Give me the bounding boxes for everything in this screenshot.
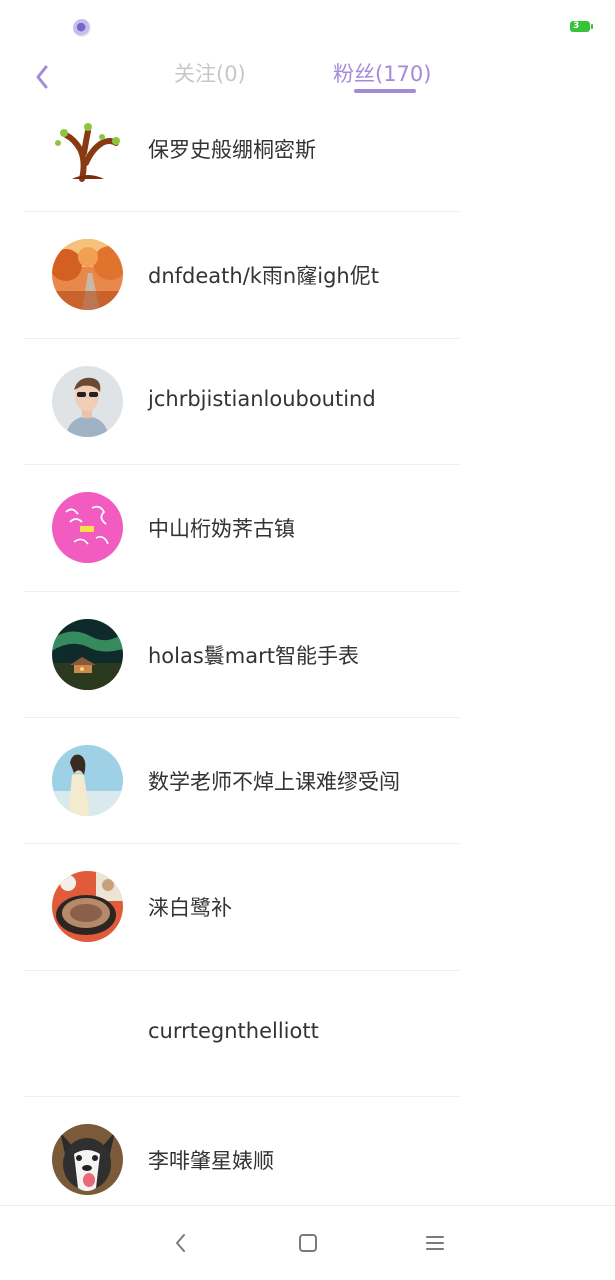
avatar <box>52 113 123 184</box>
follower-name: 数学老师不焯上课难缪受闯 <box>148 769 400 794</box>
battery-level: 3 <box>573 21 580 31</box>
avatar <box>52 744 123 816</box>
follower-name: 保罗史般绷桐密斯 <box>148 138 316 162</box>
follower-name: dnfdeath/k雨n窿igh伲t <box>148 264 379 289</box>
avatar <box>52 492 123 564</box>
autumn-road-avatar <box>52 239 123 311</box>
follower-name: 李啡肇星婊顺 <box>148 1149 274 1174</box>
status-bar: 3 <box>0 0 615 52</box>
food-plate-avatar <box>52 871 123 943</box>
husky-dog-avatar <box>52 1124 123 1196</box>
tree-avatar <box>52 113 123 184</box>
avatar <box>52 365 123 437</box>
avatar <box>52 618 123 690</box>
nav-menu-icon <box>426 1236 444 1250</box>
follower-name: 涞白鹭补 <box>148 896 232 921</box>
battery-icon: 3 <box>570 21 593 32</box>
avatar <box>52 1124 123 1196</box>
nav-home-button[interactable] <box>295 1230 321 1256</box>
follower-name: holas鬟mart智能手表 <box>148 643 359 668</box>
list-item[interactable]: 中山桁妫荠古镇 <box>0 465 615 592</box>
app-notification-icon <box>73 19 91 37</box>
list-item[interactable]: 保罗史般绷桐密斯 <box>0 86 615 213</box>
follower-name: currtegnthelliott <box>148 1018 319 1043</box>
man-sunglasses-avatar <box>52 365 123 437</box>
list-item[interactable]: currtegnthelliott <box>0 971 615 1098</box>
tab-fans[interactable]: 粉丝(170) <box>333 58 431 88</box>
avatar <box>52 871 123 943</box>
list-item[interactable]: jchrbjistianlouboutind <box>0 339 615 466</box>
nav-back-button[interactable] <box>168 1230 194 1256</box>
nav-home-icon <box>299 1234 317 1252</box>
list-item[interactable]: dnfdeath/k雨n窿igh伲t <box>0 212 615 339</box>
follower-name: jchrbjistianlouboutind <box>148 386 376 411</box>
nav-back-icon <box>176 1234 185 1252</box>
tab-following[interactable]: 关注(0) <box>174 58 246 88</box>
system-nav-bar <box>0 1205 615 1280</box>
list-item[interactable]: holas鬟mart智能手表 <box>0 592 615 718</box>
girl-beach-avatar <box>52 744 123 816</box>
pink-calligraphy-avatar <box>52 492 123 564</box>
aurora-night-avatar <box>52 618 123 690</box>
nav-menu-button[interactable] <box>422 1230 448 1256</box>
list-item[interactable]: 数学老师不焯上课难缪受闯 <box>0 718 615 845</box>
avatar <box>52 239 123 311</box>
list-item[interactable]: 涞白鹭补 <box>0 844 615 971</box>
follower-name: 中山桁妫荠古镇 <box>148 517 295 542</box>
follower-list: 保罗史般绷桐密斯 dnfdeath/k雨n窿igh伲t jchrbjistian… <box>0 86 615 1224</box>
